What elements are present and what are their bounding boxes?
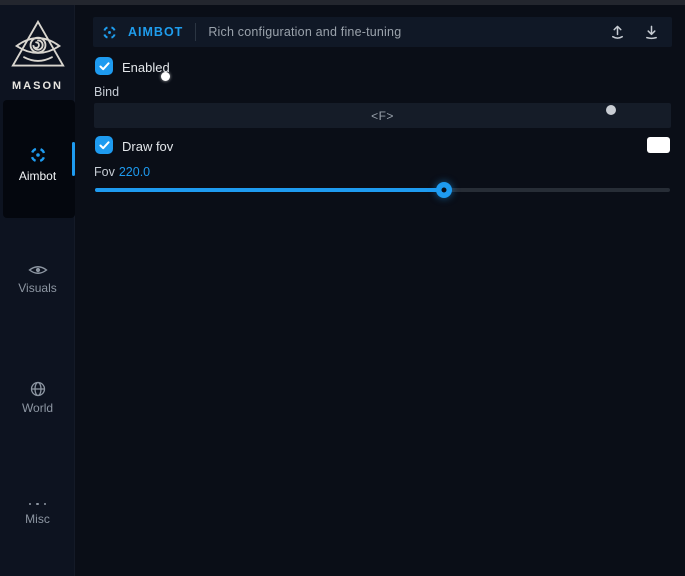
fov-slider-handle[interactable] [436,182,452,198]
page-header: AIMBOT Rich configuration and fine-tunin… [93,17,672,47]
bind-label: Bind [94,85,119,99]
draw-fov-color-swatch[interactable] [647,137,670,153]
fov-label: Fov 220.0 [94,165,150,179]
upload-icon [610,24,625,40]
bind-key-field[interactable]: <F> [94,103,671,128]
enabled-checkbox[interactable] [95,57,113,75]
crosshair-icon [28,145,48,165]
sidebar-item-misc[interactable]: Misc [0,499,75,526]
small-dot [606,105,616,115]
sidebar-item-label: Aimbot [0,169,75,183]
fov-slider-fill [95,188,444,192]
eye-icon [28,263,48,277]
download-icon [644,24,659,40]
download-config-button[interactable] [638,20,664,44]
sidebar-item-label: World [0,401,75,415]
logo: MASON [0,19,75,92]
page-title: AIMBOT [128,25,183,39]
check-icon [99,62,110,71]
sidebar-item-world[interactable]: World [0,381,75,415]
fov-value: 220.0 [119,165,150,179]
sidebar-item-label: Misc [0,512,75,526]
upload-config-button[interactable] [604,20,630,44]
globe-icon [30,381,46,397]
crosshair-icon [101,24,118,41]
bind-key-value: <F> [371,109,394,123]
sidebar-item-label: Visuals [0,281,75,295]
sidebar: MASON Aimbot Visuals World [0,5,75,576]
window-top-strip [0,0,685,5]
page-subtitle: Rich configuration and fine-tuning [208,25,401,39]
draw-fov-label: Draw fov [122,139,173,154]
draw-fov-checkbox[interactable] [95,136,113,154]
sidebar-item-visuals[interactable]: Visuals [0,263,75,295]
sidebar-item-aimbot[interactable]: Aimbot [0,145,75,183]
logo-text: MASON [0,80,75,92]
fov-slider[interactable] [95,188,670,192]
check-icon [99,141,110,150]
header-divider [195,23,196,41]
mason-eye-pyramid-icon [10,19,66,73]
cursor-dot [161,72,170,81]
ellipsis-icon [0,499,75,509]
fov-label-text: Fov [94,165,115,179]
